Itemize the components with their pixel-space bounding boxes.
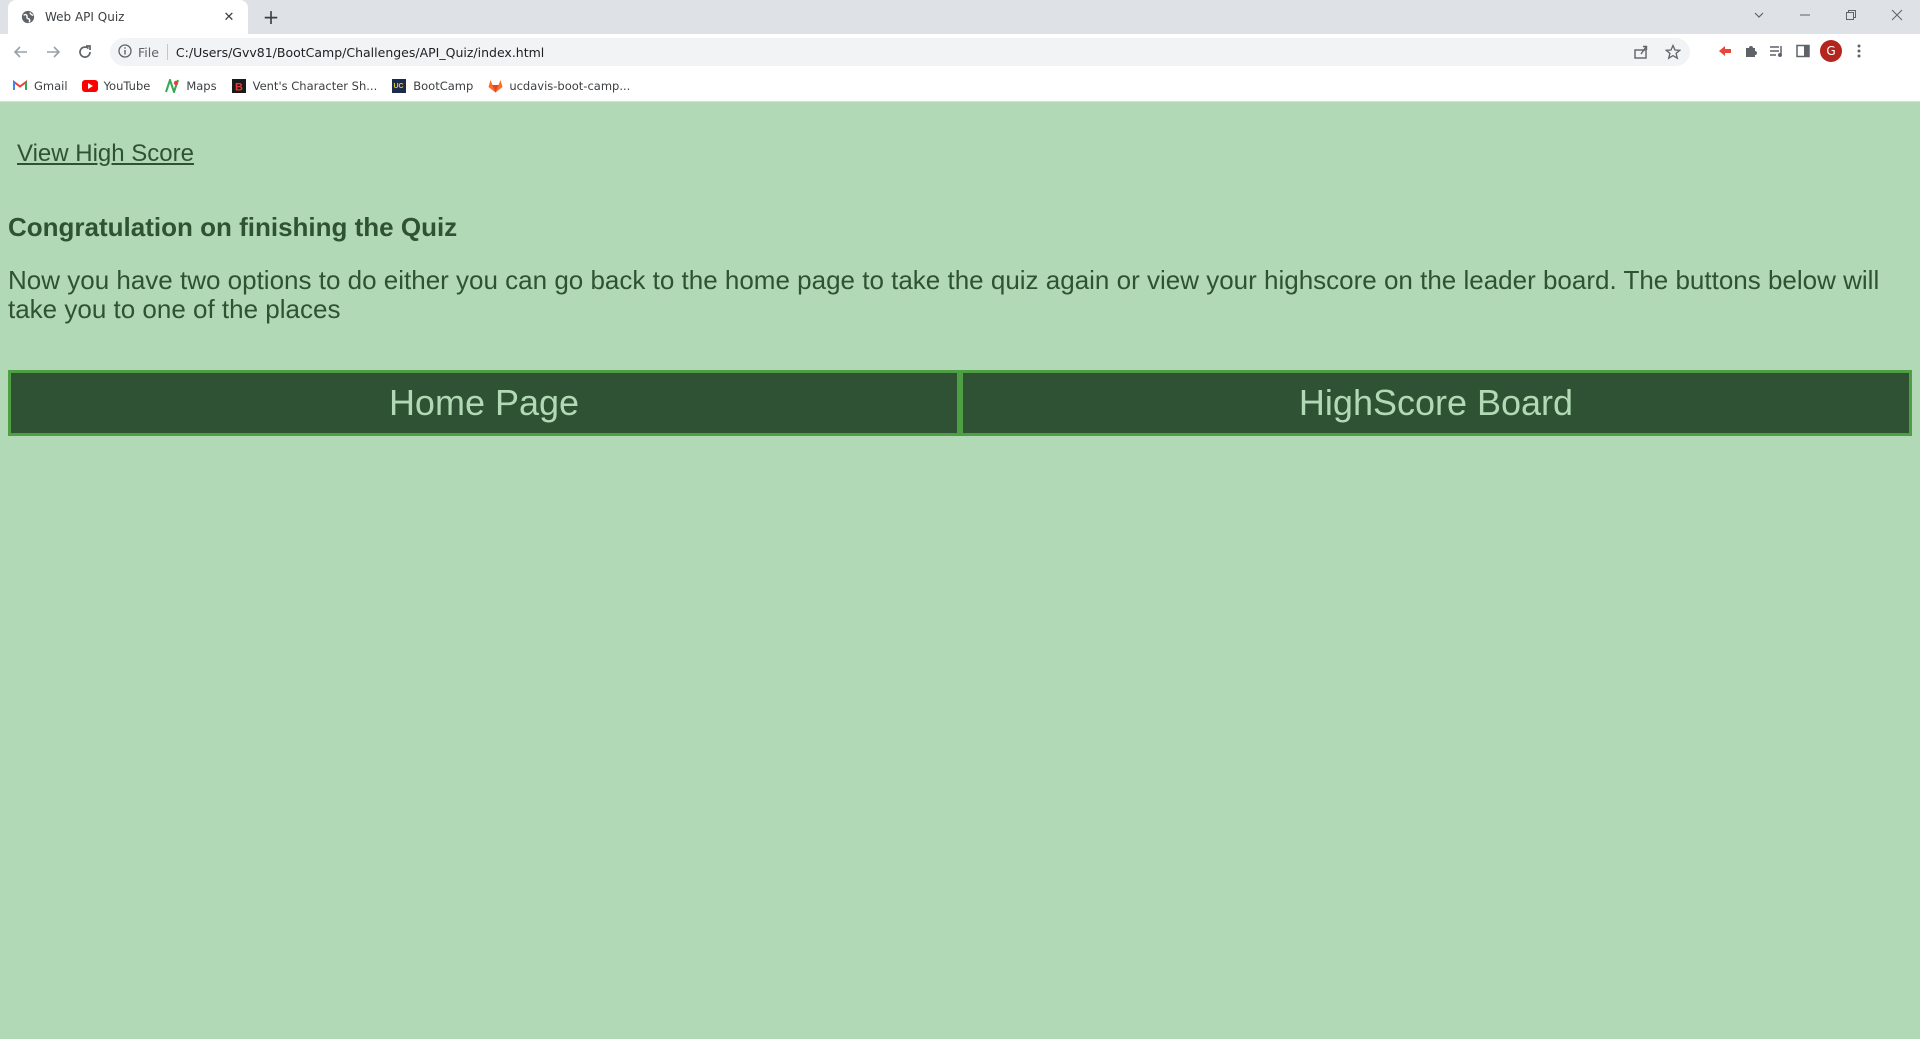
extensions-area: G <box>1716 40 1868 62</box>
home-page-button[interactable]: Home Page <box>8 370 960 436</box>
bookmark-vent[interactable]: B Vent's Character Sh... <box>231 78 378 94</box>
instructions-text: Now you have two options to do either yo… <box>8 265 1880 324</box>
maps-icon <box>164 78 180 94</box>
puzzle-icon[interactable] <box>1742 42 1760 60</box>
svg-text:UC: UC <box>394 83 404 90</box>
window-close-icon[interactable] <box>1874 0 1920 30</box>
gmail-icon <box>12 78 28 94</box>
minimize-icon[interactable] <box>1782 0 1828 30</box>
gitlab-icon <box>487 78 503 94</box>
svg-text:B: B <box>235 81 243 93</box>
restore-icon[interactable] <box>1828 0 1874 30</box>
tab-strip: Web API Quiz ✕ + <box>0 0 1920 34</box>
bookmark-star-icon[interactable] <box>1664 43 1682 61</box>
forward-icon[interactable] <box>41 40 65 64</box>
address-scheme: File <box>138 44 159 60</box>
view-high-score-link[interactable]: View High Score <box>17 140 194 168</box>
new-tab-button[interactable]: + <box>260 5 282 29</box>
navigation-buttons: Home Page HighScore Board <box>8 370 1912 436</box>
vent-icon: B <box>231 78 247 94</box>
site-info-button[interactable]: File <box>118 43 168 61</box>
bookmarks-bar: Gmail YouTube Maps B Vent's Character Sh… <box>0 70 1920 102</box>
info-icon <box>118 43 132 61</box>
address-bar-actions <box>1632 43 1682 61</box>
tab-title: Web API Quiz <box>45 10 125 24</box>
bookmark-gmail[interactable]: Gmail <box>12 78 68 94</box>
tab-search-icon[interactable] <box>1736 0 1782 30</box>
side-panel-icon[interactable] <box>1794 42 1812 60</box>
address-bar[interactable]: File C:/Users/Gvv81/BootCamp/Challenges/… <box>110 38 1690 66</box>
extension-red-icon[interactable] <box>1716 42 1734 60</box>
bookmark-label: ucdavis-boot-camp... <box>509 78 631 93</box>
address-url[interactable]: C:/Users/Gvv81/BootCamp/Challenges/API_Q… <box>176 45 1690 60</box>
bookmark-label: Gmail <box>34 78 68 93</box>
youtube-icon <box>81 78 98 94</box>
back-icon[interactable] <box>9 40 33 64</box>
bookmark-label: BootCamp <box>413 78 474 93</box>
bootcamp-icon: UC <box>391 78 407 94</box>
highscore-board-button[interactable]: HighScore Board <box>960 370 1912 436</box>
bookmark-label: Vent's Character Sh... <box>252 78 378 93</box>
bookmark-maps[interactable]: Maps <box>164 78 217 94</box>
window-controls <box>1736 0 1920 30</box>
menu-icon[interactable] <box>1850 42 1868 60</box>
bookmark-youtube[interactable]: YouTube <box>81 78 151 94</box>
bookmark-label: YouTube <box>103 78 151 93</box>
page-viewport: View High Score Congratulation on finish… <box>0 102 1920 1042</box>
globe-icon <box>20 9 36 25</box>
reload-icon[interactable] <box>73 40 97 64</box>
bookmark-bootcamp[interactable]: UC BootCamp <box>391 78 473 94</box>
share-icon[interactable] <box>1632 43 1650 61</box>
close-icon[interactable]: ✕ <box>220 8 238 26</box>
bookmark-ucdavis[interactable]: ucdavis-boot-camp... <box>487 78 630 94</box>
page-heading: Congratulation on finishing the Quiz <box>8 212 458 242</box>
browser-toolbar: File C:/Users/Gvv81/BootCamp/Challenges/… <box>0 34 1920 70</box>
profile-avatar[interactable]: G <box>1820 40 1842 62</box>
bookmark-label: Maps <box>186 78 217 93</box>
browser-tab[interactable]: Web API Quiz ✕ <box>8 0 248 34</box>
media-icon[interactable] <box>1768 42 1786 60</box>
